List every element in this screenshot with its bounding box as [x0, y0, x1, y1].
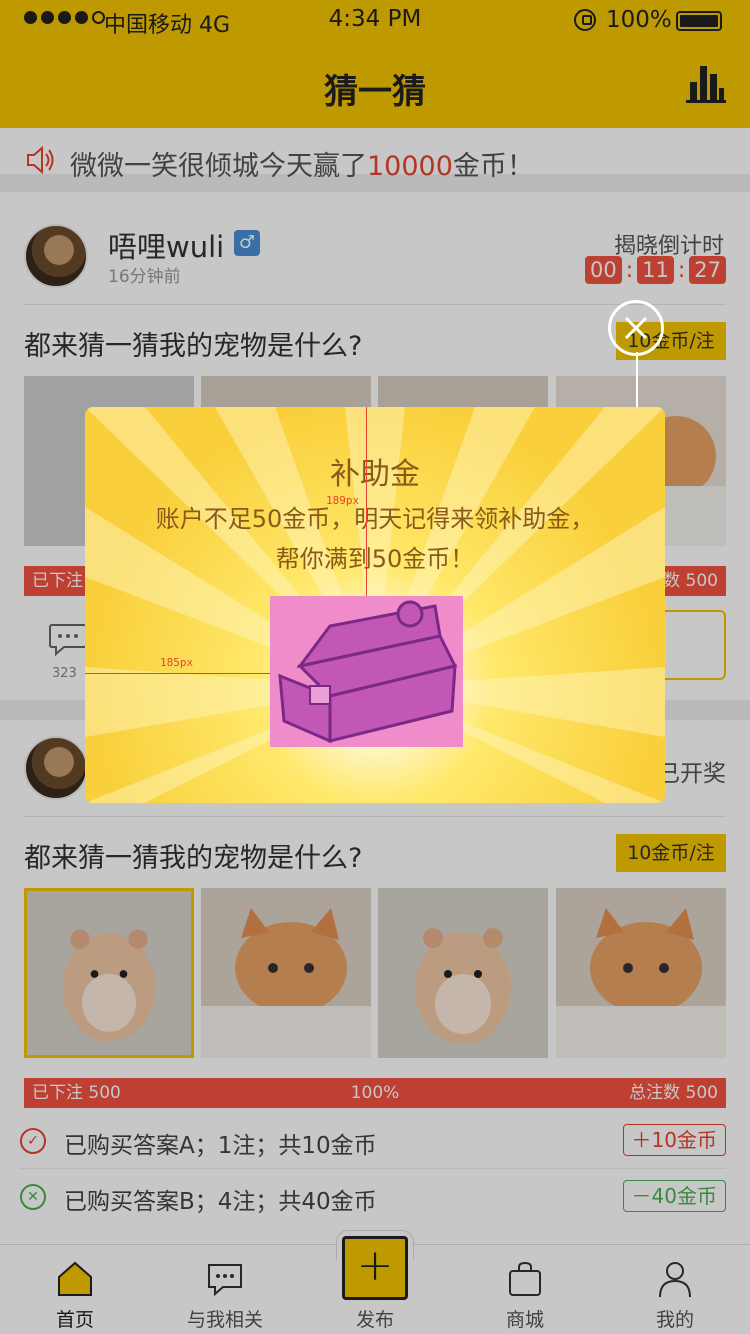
measure-guide-vertical — [366, 407, 367, 596]
measure-guide-horizontal — [85, 673, 270, 674]
popup-message: 账户不足50金币，明天记得来领补助金，帮你满到50金币！ — [155, 505, 595, 573]
close-icon — [624, 316, 648, 340]
close-button[interactable] — [608, 300, 664, 356]
measure-label-horizontal: 185px — [160, 656, 194, 669]
close-connector — [636, 352, 638, 408]
measure-label-vertical: 189px — [326, 494, 360, 507]
treasure-chest-icon — [270, 596, 463, 747]
subsidy-popup: 补助金 账户不足50金币，明天记得来领补助金，帮你满到50金币！ — [85, 407, 665, 803]
popup-title: 补助金 — [330, 457, 420, 492]
